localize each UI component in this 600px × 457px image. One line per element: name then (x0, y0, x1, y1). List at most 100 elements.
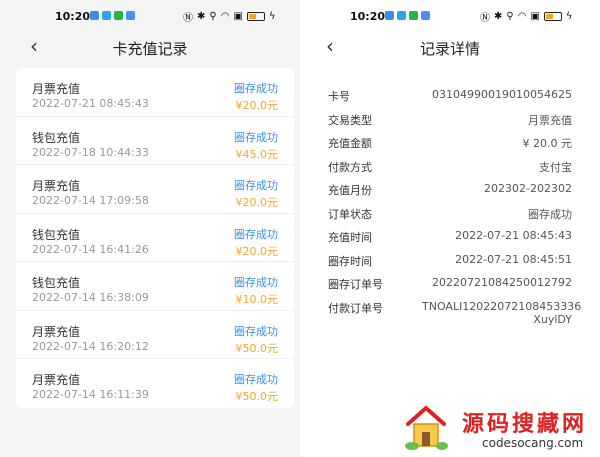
app-notification-icon (385, 11, 394, 20)
record-type: 钱包充值 (32, 130, 81, 145)
record-type: 月票充值 (32, 373, 81, 387)
detail-value: 03104990019010054625 (432, 88, 572, 101)
telegram-icon (397, 11, 406, 20)
app-notification-icon (409, 11, 418, 20)
nfc-icon: Ⓝ (183, 13, 193, 24)
detail-label: 充值月份 (328, 184, 372, 197)
navbar: ‹ 卡充值记录 (0, 30, 300, 64)
wifi-icon: ◠ (220, 11, 230, 22)
detail-label: 交易类型 (328, 113, 372, 127)
record-status: 圈存成功 (234, 227, 278, 241)
record-status: 圈存成功 (234, 82, 278, 95)
charging-icon: ϟ (268, 11, 276, 22)
watermark: 源码搜藏网 codesocang.com (400, 400, 600, 457)
detail-label: 订单状态 (328, 207, 372, 221)
notification-icons (90, 11, 135, 20)
record-type: 钱包充值 (32, 227, 81, 242)
record-status: 圈存成功 (234, 373, 278, 386)
telegram-icon (102, 11, 111, 20)
list-item[interactable]: 月票充值 2022-07-14 16:11:39 圈存成功 ¥50.0元 (16, 359, 294, 408)
record-amount: ¥20.0元 (235, 99, 279, 112)
wifi-icon: ◠ (517, 11, 527, 22)
navbar: ‹ 记录详情 (300, 30, 600, 64)
watermark-url: codesocang.com (482, 436, 584, 450)
recharge-record-list: 月票充值 2022-07-21 08:45:43 圈存成功 ¥20.0元 钱包充… (16, 68, 294, 408)
list-item[interactable]: 月票充值 2022-07-14 16:20:12 圈存成功 ¥50.0元 (16, 311, 294, 359)
bluetooth-icon: ✱ (494, 11, 503, 22)
detail-label: 付款方式 (328, 160, 372, 174)
recharge-records-screen: 10:20 Ⓝ ✱ ⚲ ◠ ▣ ϟ ‹ 卡充值记录 月票充值 2022-07-2… (0, 0, 300, 457)
location-icon: ⚲ (209, 11, 217, 22)
status-bar: 10:20 Ⓝ ✱ ⚲ ◠ ▣ ϟ (0, 6, 300, 26)
app-notification-icon (126, 11, 135, 20)
list-item[interactable]: 钱包充值 2022-07-14 16:41:26 圈存成功 ¥20.0元 (16, 214, 294, 262)
list-item[interactable]: 月票充值 2022-07-21 08:45:43 圈存成功 ¥20.0元 (16, 68, 294, 117)
notification-icons (385, 11, 430, 20)
status-time: 10:20 (350, 10, 386, 23)
record-time: 2022-07-21 08:45:43 (32, 97, 149, 110)
detail-label: 付款订单号 (328, 301, 383, 315)
system-icons: Ⓝ ✱ ⚲ ◠ ▣ ϟ (183, 9, 276, 24)
detail-row-month: 充值月份 202302-202302 (328, 182, 572, 206)
record-status: 圈存成功 (234, 324, 278, 338)
battery-icon (246, 12, 265, 21)
detail-label: 充值金额 (328, 137, 372, 150)
record-detail-screen: 10:20 Ⓝ ✱ ⚲ ◠ ▣ ϟ ‹ 记录详情 卡号 031049900190… (300, 0, 600, 457)
house-logo-icon (405, 405, 448, 450)
location-icon: ⚲ (506, 11, 514, 22)
bluetooth-icon: ✱ (197, 11, 206, 22)
detail-label: 圈存订单号 (328, 278, 383, 291)
record-time: 2022-07-18 10:44:33 (32, 145, 149, 159)
detail-row-recharge-time: 充值时间 2022-07-21 08:45:43 (328, 229, 572, 253)
record-amount: ¥50.0元 (235, 341, 279, 355)
detail-row-load-order-number: 圈存订单号 20220721084250012792 (328, 276, 572, 300)
record-amount: ¥50.0元 (235, 390, 279, 403)
list-item[interactable]: 月票充值 2022-07-14 17:09:58 圈存成功 ¥20.0元 (16, 165, 294, 214)
detail-row-amount: 充值金额 ¥ 20.0 元 (328, 135, 572, 159)
record-amount: ¥45.0元 (235, 147, 279, 161)
app-notification-icon (90, 11, 99, 20)
battery-icon (543, 12, 562, 21)
detail-row-card-number: 卡号 03104990019010054625 (328, 88, 572, 112)
app-notification-icon (114, 11, 123, 20)
record-amount: ¥20.0元 (235, 196, 279, 209)
page-title: 记录详情 (419, 40, 480, 58)
detail-label: 充值时间 (328, 231, 372, 244)
app-notification-icon (421, 11, 430, 20)
system-icons: Ⓝ ✱ ⚲ ◠ ▣ ϟ (480, 9, 573, 24)
detail-value: TNOALI12022072108453336 XuylDY (422, 299, 582, 326)
record-status: 圈存成功 (234, 179, 278, 192)
page-title: 卡充值记录 (112, 40, 188, 58)
watermark-title: 源码搜藏网 (462, 412, 588, 437)
record-type: 月票充值 (32, 82, 81, 96)
record-time: 2022-07-14 16:20:12 (32, 339, 149, 353)
signal-icon: ▣ (233, 11, 243, 22)
detail-row-load-time: 圈存时间 2022-07-21 08:45:51 (328, 253, 572, 277)
record-amount: ¥10.0元 (235, 293, 279, 306)
record-type: 钱包充值 (32, 276, 81, 290)
record-time: 2022-07-14 16:41:26 (32, 242, 149, 256)
status-time: 10:20 (55, 10, 91, 23)
record-time: 2022-07-14 17:09:58 (32, 194, 149, 207)
detail-value: 2022-07-21 08:45:51 (455, 252, 572, 266)
nfc-icon: Ⓝ (480, 13, 490, 24)
detail-value: 2022-07-21 08:45:43 (455, 229, 572, 242)
record-status: 圈存成功 (234, 276, 278, 289)
status-bar: 10:20 Ⓝ ✱ ⚲ ◠ ▣ ϟ (300, 6, 600, 26)
detail-row-transaction-type: 交易类型 月票充值 (328, 112, 572, 136)
record-amount: ¥20.0元 (235, 244, 279, 258)
record-detail-list: 卡号 03104990019010054625 交易类型 月票充值 充值金额 ¥… (328, 88, 582, 326)
charging-icon: ϟ (565, 11, 573, 22)
detail-row-payment-method: 付款方式 支付宝 (328, 159, 572, 183)
detail-value: 支付宝 (539, 160, 572, 174)
record-type: 月票充值 (32, 179, 81, 193)
detail-row-order-status: 订单状态 圈存成功 (328, 206, 572, 230)
detail-row-payment-order-number: 付款订单号 TNOALI12022072108453336 XuylDY (328, 299, 582, 326)
signal-icon: ▣ (530, 11, 540, 22)
detail-value: ¥ 20.0 元 (522, 137, 572, 150)
record-status: 圈存成功 (234, 130, 278, 144)
list-item[interactable]: 钱包充值 2022-07-14 16:38:09 圈存成功 ¥10.0元 (16, 262, 294, 311)
record-time: 2022-07-14 16:38:09 (32, 291, 149, 304)
list-item[interactable]: 钱包充值 2022-07-18 10:44:33 圈存成功 ¥45.0元 (16, 117, 294, 165)
detail-value: 圈存成功 (528, 207, 572, 221)
